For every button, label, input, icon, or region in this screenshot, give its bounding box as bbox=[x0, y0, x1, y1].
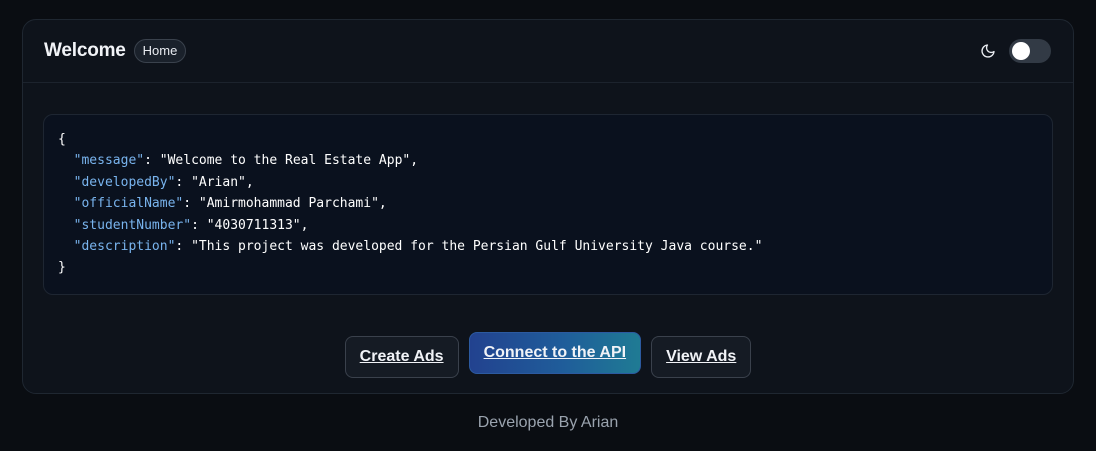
json-line: "studentNumber": "4030711313", bbox=[73, 217, 309, 233]
footer-text: Developed By Arian bbox=[477, 414, 619, 431]
json-response-box: { "message": "Welcome to the Real Estate… bbox=[43, 114, 1053, 295]
json-key: "message" bbox=[73, 153, 145, 169]
main-card: Welcome Home { "message": "Welcome to th… bbox=[22, 19, 1074, 394]
json-key: "studentNumber" bbox=[73, 217, 192, 233]
json-open-brace: { bbox=[58, 132, 66, 147]
json-value: "4030711313", bbox=[206, 217, 309, 233]
json-close-brace: } bbox=[58, 260, 66, 276]
json-key: "officialName" bbox=[73, 196, 184, 212]
json-value: "Welcome to the Real Estate App", bbox=[159, 153, 419, 169]
breadcrumb-badge[interactable]: Home bbox=[133, 39, 187, 63]
connect-api-button[interactable]: Connect to the API bbox=[468, 332, 642, 374]
json-value: "Arian", bbox=[191, 174, 254, 190]
json-line: "officialName": "Amirmohammad Parchami", bbox=[73, 196, 387, 212]
page-title: Welcome bbox=[44, 40, 126, 61]
toggle-knob bbox=[1012, 42, 1030, 60]
card-header: Welcome Home bbox=[23, 20, 1073, 83]
json-value: "This project was developed for the Pers… bbox=[191, 239, 763, 255]
json-line: "message": "Welcome to the Real Estate A… bbox=[73, 153, 419, 169]
moon-icon bbox=[979, 42, 997, 60]
header-controls bbox=[979, 39, 1051, 63]
view-ads-button[interactable]: View Ads bbox=[651, 336, 752, 378]
json-value: "Amirmohammad Parchami", bbox=[198, 196, 387, 212]
json-line: "description": "This project was develop… bbox=[73, 239, 763, 255]
json-key: "developedBy" bbox=[73, 174, 176, 190]
theme-toggle[interactable] bbox=[1009, 39, 1051, 63]
json-key: "description" bbox=[73, 239, 176, 255]
create-ads-button[interactable]: Create Ads bbox=[344, 336, 459, 378]
action-buttons: Create Ads Connect to the API View Ads bbox=[23, 332, 1073, 378]
json-line: "developedBy": "Arian", bbox=[73, 174, 254, 190]
